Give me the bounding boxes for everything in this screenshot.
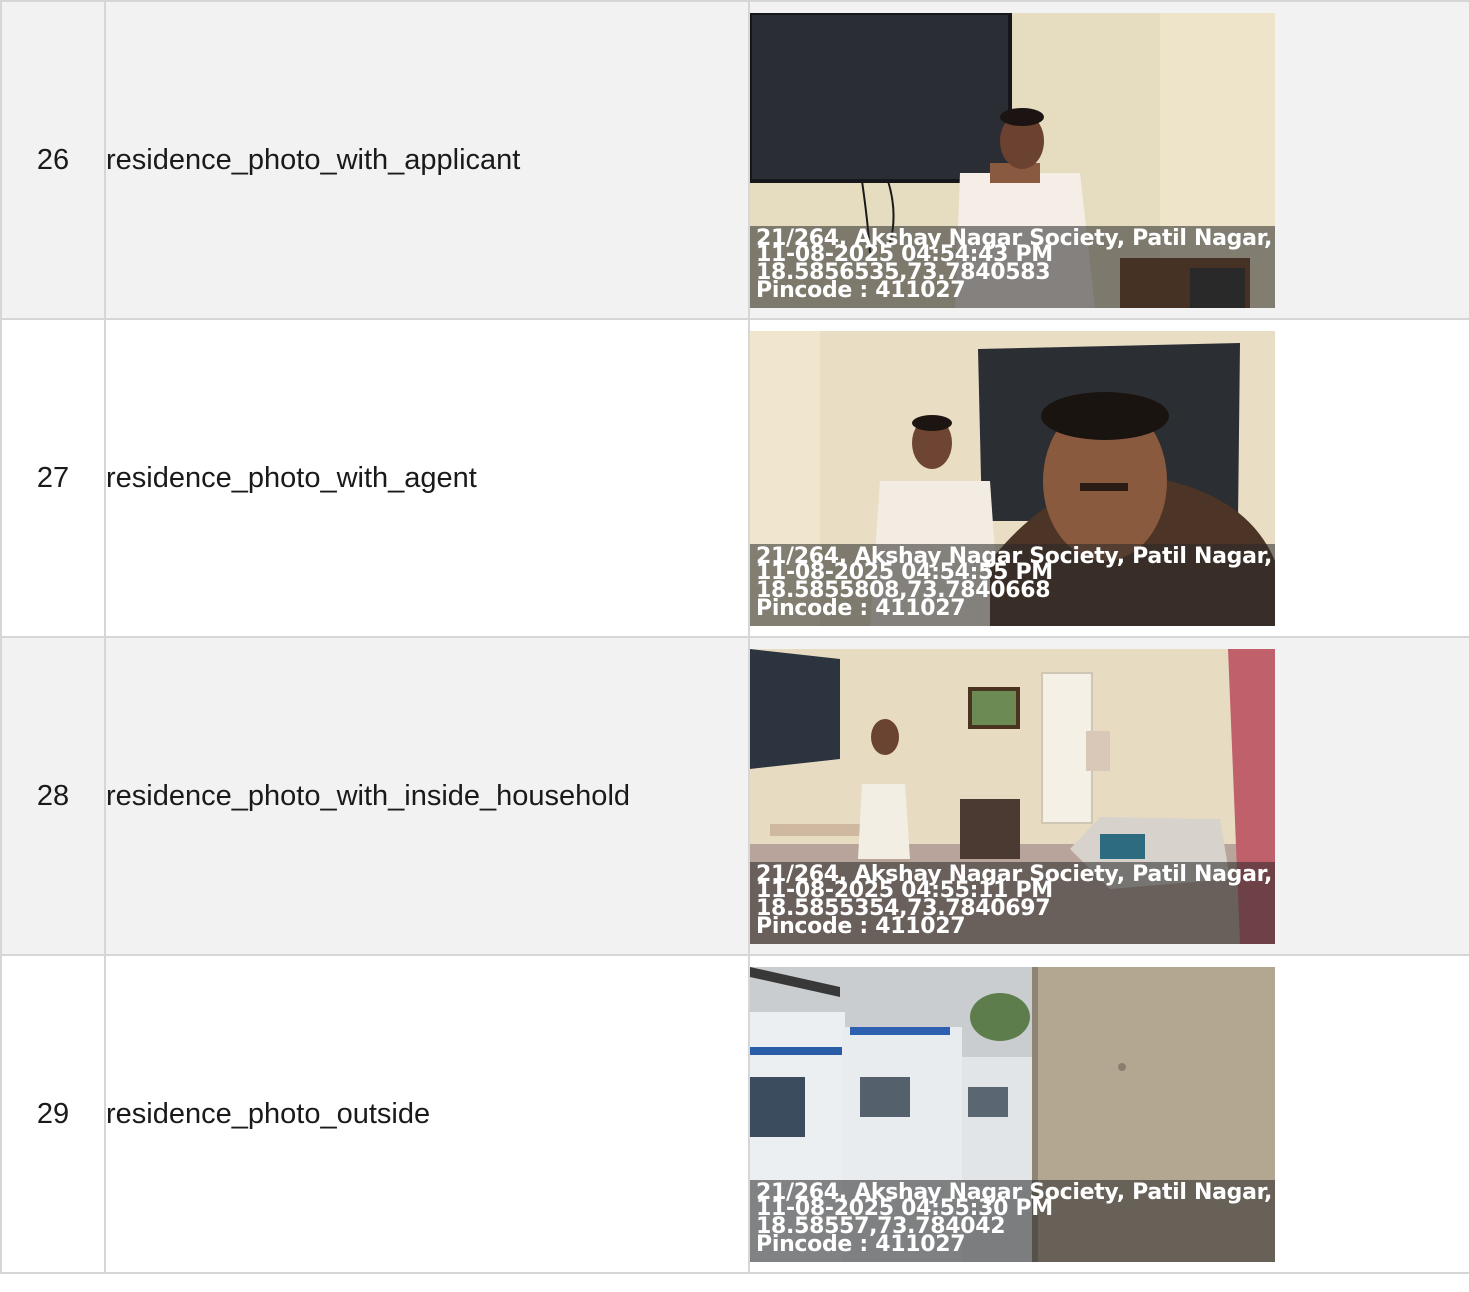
stamp-pincode: Pincode : 411027 — [756, 277, 966, 303]
table-row: 29 residence_photo_outside 21/264, Aksha… — [0, 954, 1469, 1274]
photo-type-label: residence_photo_with_agent — [104, 318, 750, 638]
residence-photo[interactable]: 21/264, Akshay Nagar Society, Patil Naga… — [750, 12, 1275, 308]
photo-type-label: residence_photo_with_applicant — [104, 0, 750, 320]
geo-stamp-overlay: 21/264, Akshay Nagar Society, Patil Naga… — [750, 225, 1275, 308]
row-number: 26 — [0, 0, 106, 320]
residence-photo[interactable]: 21/264, Akshay Nagar Society, Patil Naga… — [750, 330, 1275, 626]
stamp-pincode: Pincode : 411027 — [756, 913, 966, 939]
photo-cell: 21/264, Akshay Nagar Society, Patil Naga… — [748, 954, 1469, 1274]
stamp-pincode: Pincode : 411027 — [756, 1231, 966, 1257]
photo-type-label: residence_photo_outside — [104, 954, 750, 1274]
stamp-pincode: Pincode : 411027 — [756, 595, 966, 621]
photo-records-table: 26 residence_photo_with_applicant 21/264… — [0, 0, 1469, 1274]
table-row: 28 residence_photo_with_inside_household — [0, 636, 1469, 956]
geo-stamp-overlay: 21/264, Akshay Nagar Society, Patil Naga… — [750, 543, 1275, 626]
photo-cell: 21/264, Akshay Nagar Society, Patil Naga… — [748, 318, 1469, 638]
table-row: 27 residence_photo_with_agent 21/264, Ak… — [0, 318, 1469, 638]
geo-stamp-overlay: 21/264, Akshay Nagar Society, Patil Naga… — [750, 1179, 1275, 1262]
photo-cell: 21/264, Akshay Nagar Society, Patil Naga… — [748, 0, 1469, 320]
geo-stamp-overlay: 21/264, Akshay Nagar Society, Patil Naga… — [750, 861, 1275, 944]
row-number: 28 — [0, 636, 106, 956]
residence-photo[interactable]: 21/264, Akshay Nagar Society, Patil Naga… — [750, 966, 1275, 1262]
photo-type-label: residence_photo_with_inside_household — [104, 636, 750, 956]
residence-photo[interactable]: 21/264, Akshay Nagar Society, Patil Naga… — [750, 648, 1275, 944]
table-row: 26 residence_photo_with_applicant 21/264… — [0, 0, 1469, 320]
row-number: 29 — [0, 954, 106, 1274]
row-number: 27 — [0, 318, 106, 638]
photo-cell: 21/264, Akshay Nagar Society, Patil Naga… — [748, 636, 1469, 956]
